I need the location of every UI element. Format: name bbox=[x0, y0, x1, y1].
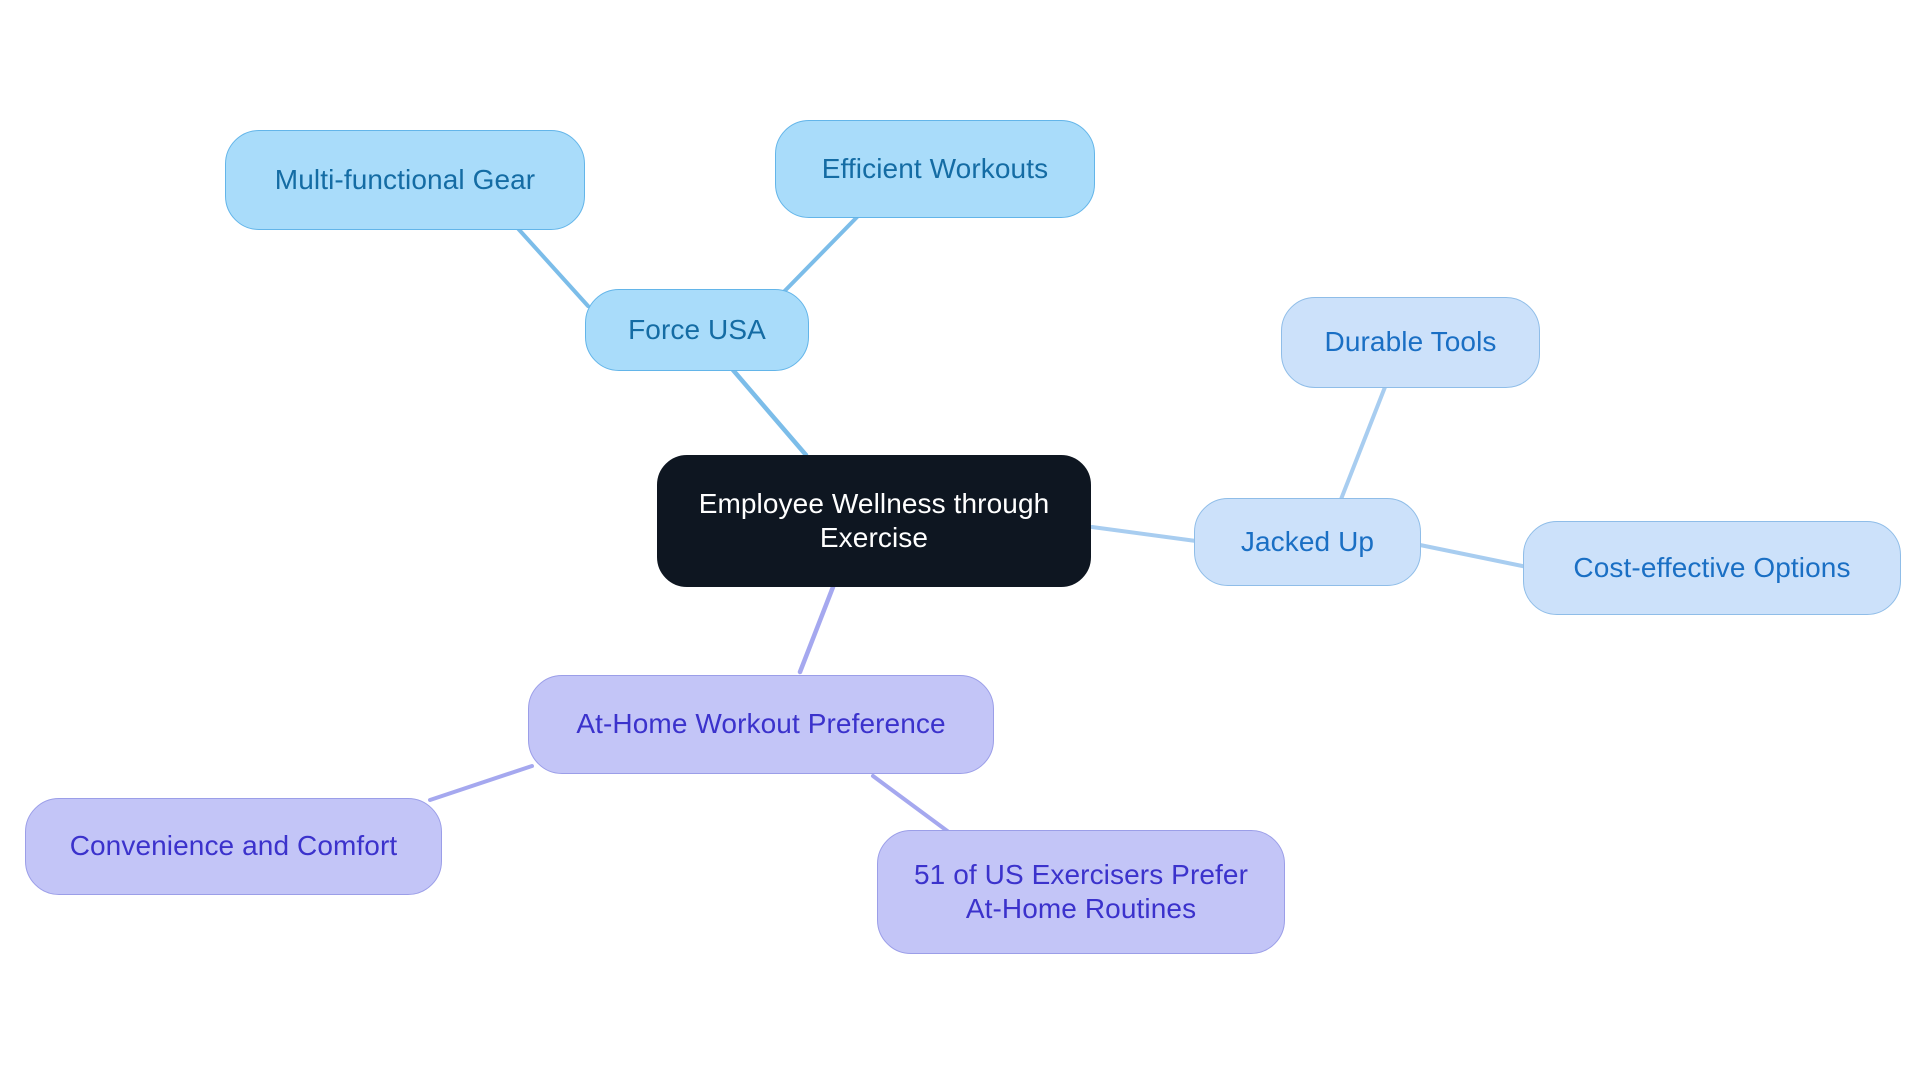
node-convenience-and-comfort[interactable]: Convenience and Comfort bbox=[25, 798, 442, 895]
node-exercisers-stat[interactable]: 51 of US Exercisers Prefer At-Home Routi… bbox=[877, 830, 1285, 954]
edge-at-home-exercisers-stat bbox=[871, 774, 952, 835]
node-durable-tools[interactable]: Durable Tools bbox=[1281, 297, 1540, 388]
edge-root-at-home-workout-preference bbox=[797, 584, 836, 675]
edge-jacked-up-durable-tools-line bbox=[1334, 385, 1387, 514]
node-efficient-workouts[interactable]: Efficient Workouts bbox=[775, 120, 1095, 218]
mindmap-canvas: Employee Wellness through Exercise Force… bbox=[0, 0, 1920, 1083]
node-jacked-up[interactable]: Jacked Up bbox=[1194, 498, 1421, 586]
edge-jacked-up-cost-effective-options bbox=[1418, 543, 1529, 569]
node-force-usa[interactable]: Force USA bbox=[585, 289, 809, 371]
node-at-home-workout-preference[interactable]: At-Home Workout Preference bbox=[528, 675, 994, 774]
edge-at-home-convenience-and-comfort bbox=[428, 764, 534, 802]
edge-force-usa-multi-functional-gear bbox=[511, 221, 590, 308]
node-cost-effective-options[interactable]: Cost-effective Options bbox=[1523, 521, 1901, 615]
edge-root-jacked-up bbox=[1090, 525, 1198, 543]
node-multi-functional-gear[interactable]: Multi-functional Gear bbox=[225, 130, 585, 230]
node-root[interactable]: Employee Wellness through Exercise bbox=[657, 455, 1091, 587]
edge-root-force-usa bbox=[730, 367, 809, 458]
